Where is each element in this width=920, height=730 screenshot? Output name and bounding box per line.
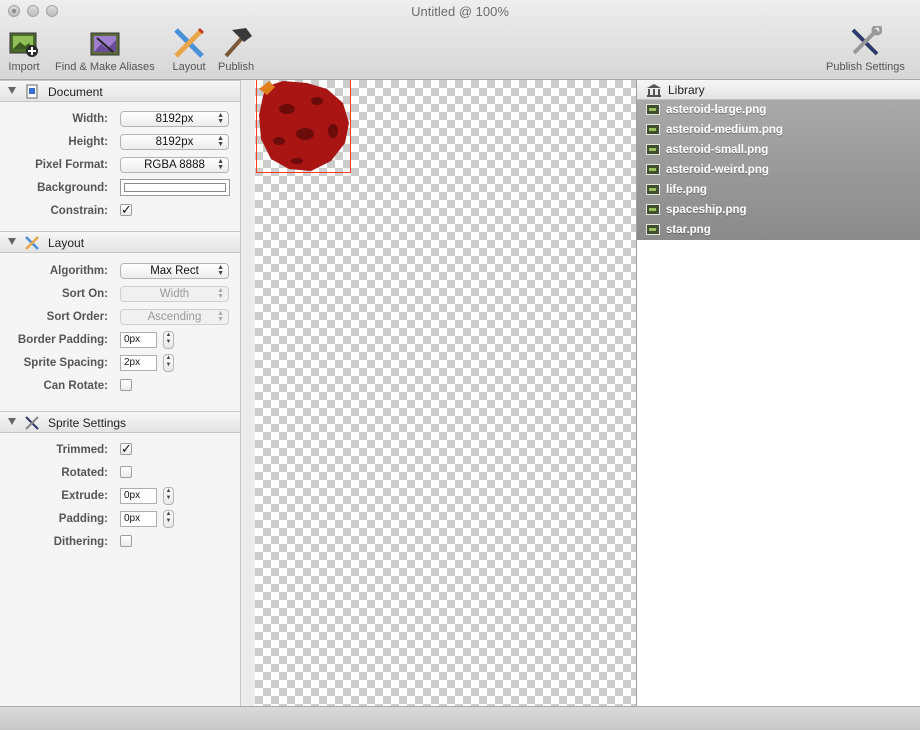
- constrain-checkbox[interactable]: ✓: [120, 203, 132, 216]
- extrude-field[interactable]: 0px: [120, 488, 157, 504]
- sprite-settings-section-header[interactable]: Sprite Settings: [0, 411, 240, 433]
- library-list: asteroid-large.png asteroid-medium.png a…: [637, 100, 920, 240]
- pixel-format-value: RGBA 8888: [144, 159, 205, 171]
- layout-section-header[interactable]: Layout: [0, 231, 240, 253]
- can-rotate-label: Can Rotate:: [43, 380, 108, 392]
- image-file-icon: [646, 124, 660, 135]
- sort-on-value: Width: [159, 288, 190, 300]
- width-value: 8192px: [155, 113, 194, 125]
- library-item[interactable]: asteroid-large.png: [637, 100, 920, 120]
- extrude-stepper[interactable]: ▲ ▼: [163, 487, 174, 505]
- library-item[interactable]: asteroid-weird.png: [637, 160, 920, 180]
- border-padding-stepper[interactable]: ▲ ▼: [163, 331, 174, 349]
- sort-order-label: Sort Order:: [46, 311, 108, 323]
- window-title: Untitled @ 100%: [411, 4, 509, 19]
- library-item[interactable]: spaceship.png: [637, 200, 920, 220]
- import-button[interactable]: Import: [8, 28, 40, 73]
- inspector-panel: Document Width: 8192px ▲ ▼ Height: 8192px ▲…: [0, 80, 241, 706]
- height-label: Height:: [68, 136, 108, 148]
- sprite-spacing-stepper[interactable]: ▲ ▼: [163, 354, 174, 372]
- updown-arrows-icon: ▲ ▼: [217, 158, 224, 171]
- sort-order-popup[interactable]: Ascending ▲ ▼: [120, 309, 229, 325]
- sprite-spacing-field[interactable]: 2px: [120, 355, 157, 371]
- pixel-format-popup[interactable]: RGBA 8888 ▲ ▼: [120, 157, 229, 173]
- can-rotate-checkbox[interactable]: [120, 379, 132, 391]
- image-file-icon: [646, 184, 660, 195]
- library-item[interactable]: asteroid-medium.png: [637, 120, 920, 140]
- pixel-format-label: Pixel Format:: [35, 159, 108, 171]
- dithering-label: Dithering:: [53, 536, 108, 548]
- image-file-icon: [646, 204, 660, 215]
- disclosure-triangle-icon[interactable]: [8, 418, 16, 425]
- disclosure-triangle-icon[interactable]: [8, 238, 16, 245]
- trimmed-label: Trimmed:: [56, 444, 108, 456]
- width-label: Width:: [72, 113, 108, 125]
- library-panel: Library asteroid-large.png asteroid-medi…: [636, 80, 920, 706]
- publish-button[interactable]: Publish: [218, 28, 254, 73]
- status-bar: [0, 706, 920, 730]
- rotated-checkbox[interactable]: [120, 466, 132, 478]
- image-file-icon: [646, 144, 660, 155]
- updown-arrows-icon: ▲ ▼: [217, 112, 224, 125]
- algorithm-popup[interactable]: Max Rect ▲ ▼: [120, 263, 229, 279]
- padding-stepper[interactable]: ▲ ▼: [163, 510, 174, 528]
- algorithm-value: Max Rect: [150, 265, 199, 277]
- sort-on-popup[interactable]: Width ▲ ▼: [120, 286, 229, 302]
- document-section-header[interactable]: Document: [0, 80, 240, 102]
- padding-field[interactable]: 0px: [120, 511, 157, 527]
- updown-arrows-icon: ▲ ▼: [217, 287, 224, 300]
- algorithm-label: Algorithm:: [49, 265, 108, 277]
- publish-settings-button[interactable]: Publish Settings: [826, 26, 905, 73]
- document-icon: [26, 84, 38, 99]
- dithering-checkbox[interactable]: [120, 535, 132, 547]
- layout-button[interactable]: Layout: [172, 28, 206, 73]
- background-color-swatch: [124, 183, 226, 192]
- background-label: Background:: [37, 182, 108, 194]
- updown-arrows-icon: ▲ ▼: [217, 135, 224, 148]
- sort-on-label: Sort On:: [62, 288, 108, 300]
- sort-order-value: Ascending: [147, 311, 202, 323]
- hammer-icon: [218, 28, 254, 58]
- asteroid-sprite: [259, 81, 349, 171]
- library-item[interactable]: asteroid-small.png: [637, 140, 920, 160]
- library-item[interactable]: life.png: [637, 180, 920, 200]
- aliases-icon: [55, 28, 155, 58]
- trimmed-checkbox[interactable]: ✓: [120, 442, 132, 455]
- library-header: Library: [637, 80, 920, 100]
- split-view-divider[interactable]: [241, 80, 255, 706]
- sprite-spacing-label: Sprite Spacing:: [23, 357, 108, 369]
- height-value: 8192px: [155, 136, 194, 148]
- library-item[interactable]: star.png: [637, 220, 920, 240]
- border-padding-label: Border Padding:: [17, 334, 108, 346]
- padding-label: Padding:: [58, 513, 108, 525]
- rotated-label: Rotated:: [61, 467, 108, 479]
- import-icon: [8, 28, 40, 58]
- find-make-aliases-button[interactable]: Find & Make Aliases: [55, 28, 155, 73]
- wrench-screwdriver-icon: [826, 26, 905, 58]
- background-color-well[interactable]: [120, 179, 230, 196]
- height-popup[interactable]: 8192px ▲ ▼: [120, 134, 229, 150]
- image-file-icon: [646, 224, 660, 235]
- window-toolbar: Untitled @ 100% Import Find & Make Alias…: [0, 0, 920, 80]
- layout-tools-icon: [25, 236, 39, 250]
- updown-arrows-icon: ▲ ▼: [217, 310, 224, 323]
- disclosure-triangle-icon[interactable]: [8, 87, 16, 94]
- layout-tools-icon: [172, 28, 206, 58]
- width-popup[interactable]: 8192px ▲ ▼: [120, 111, 229, 127]
- library-building-icon: [647, 84, 661, 97]
- sprite-sheet-canvas[interactable]: [255, 80, 636, 706]
- wrench-screwdriver-icon: [25, 416, 39, 430]
- constrain-label: Constrain:: [50, 205, 109, 217]
- selected-sprite[interactable]: [256, 80, 351, 173]
- extrude-label: Extrude:: [61, 490, 108, 502]
- image-file-icon: [646, 104, 660, 115]
- updown-arrows-icon: ▲ ▼: [217, 264, 224, 277]
- border-padding-field[interactable]: 0px: [120, 332, 157, 348]
- image-file-icon: [646, 164, 660, 175]
